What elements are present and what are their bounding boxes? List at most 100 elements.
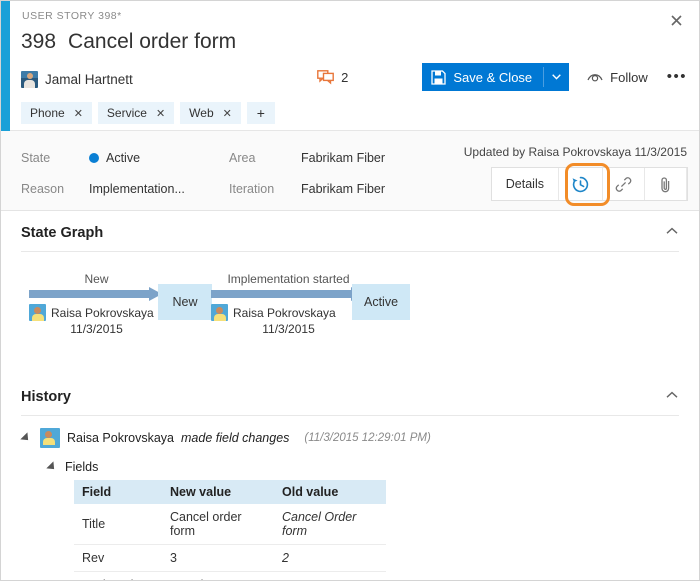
cell-old-value: Cancel Order form [274,504,386,545]
state-graph-header: State Graph [21,211,679,252]
save-options-button[interactable] [544,63,569,91]
discussion-button[interactable]: 2 [317,70,348,85]
work-item-title[interactable]: Cancel order form [68,30,236,54]
tab-links[interactable] [603,168,645,200]
state-graph-diagram: New Raisa Pokrovskaya 11/3/2015 New Impl… [21,262,699,367]
add-tag-button[interactable]: + [247,102,275,124]
tag-service[interactable]: Service ✕ [98,102,174,124]
tag-label: Service [107,106,147,120]
table-row: Title Cancel order form Cancel Order for… [74,504,386,545]
work-item-type-accent-bar [1,1,10,131]
follow-label: Follow [610,70,648,85]
chevron-down-icon [552,74,561,80]
state-node-label: Active [364,295,398,309]
save-and-close-group: Save & Close [422,63,569,91]
history-entry-timestamp: (11/3/2015 12:29:01 PM) [304,432,430,444]
expand-collapse-icon[interactable] [46,461,57,472]
state-value-text: Active [106,151,140,165]
table-row: Assigned To Jamal Hartnett [74,572,386,581]
state-field-value[interactable]: Active [89,151,140,165]
tags-list: Phone ✕ Service ✕ Web ✕ + [21,102,275,124]
more-actions-button[interactable]: ••• [667,72,687,82]
iteration-field-label: Iteration [229,182,274,196]
cell-old-value [274,572,386,581]
state-transition-2: Implementation started Raisa Pokrovskaya… [211,272,366,336]
transition-label: New [29,272,164,286]
work-item-dialog: USER STORY 398* 398 Cancel order form Ja… [0,0,700,581]
tag-remove-icon[interactable]: ✕ [156,107,165,120]
cell-new-value: Jamal Hartnett [162,572,274,581]
transition-person: Raisa Pokrovskaya [29,304,164,321]
reason-field-label: Reason [21,182,64,196]
tag-remove-icon[interactable]: ✕ [74,107,83,120]
history-entry-person: Raisa Pokrovskaya [67,431,174,445]
cell-new-value: Cancel order form [162,504,274,545]
chevron-up-icon [666,227,678,235]
reason-field-value[interactable]: Implementation... [89,182,185,196]
cell-new-value: 3 [162,545,274,572]
eye-icon [587,71,603,83]
paperclip-icon [658,176,673,193]
cell-field: Rev [74,545,162,572]
follow-button[interactable]: Follow [587,70,648,85]
area-field-value[interactable]: Fabrikam Fiber [301,151,385,165]
tag-phone[interactable]: Phone ✕ [21,102,92,124]
state-field-label: State [21,151,50,165]
assignee-name: Jamal Hartnett [45,72,133,87]
state-graph-title: State Graph [21,225,103,241]
state-transition-1: New Raisa Pokrovskaya 11/3/2015 [29,272,164,336]
work-item-id: 398 [21,30,56,54]
tab-history[interactable] [559,168,603,200]
tab-attachments[interactable] [645,168,687,200]
table-row: Rev 3 2 [74,545,386,572]
column-header-old-value: Old value [274,480,386,504]
history-body: Raisa Pokrovskaya made field changes (11… [21,428,699,581]
field-changes-table: Field New value Old value Title Cancel o… [74,480,386,581]
tag-web[interactable]: Web ✕ [180,102,241,124]
transition-arrow [29,288,164,300]
transition-date: 11/3/2015 [211,322,366,336]
updated-by-text: Updated by Raisa Pokrovskaya 11/3/2015 [464,145,687,159]
cell-field: Assigned To [74,572,162,581]
cell-field: Title [74,504,162,545]
cell-old-value: 2 [274,545,386,572]
state-graph-collapse-button[interactable] [666,227,678,238]
history-fields-group[interactable]: Fields [47,460,699,474]
history-collapse-button[interactable] [666,391,678,402]
avatar [21,71,38,88]
transition-person-name: Raisa Pokrovskaya [233,306,336,320]
column-header-field: Field [74,480,162,504]
tab-details[interactable]: Details [492,168,559,200]
close-button[interactable] [663,7,689,33]
history-fields-group-label: Fields [65,460,98,474]
avatar [211,304,228,321]
table-header-row: Field New value Old value [74,480,386,504]
tag-remove-icon[interactable]: ✕ [223,107,232,120]
state-node-active: Active [352,284,410,320]
link-icon [615,176,632,193]
comment-bubbles-icon [317,70,334,85]
avatar [29,304,46,321]
discussion-count: 2 [341,70,348,85]
transition-person-name: Raisa Pokrovskaya [51,306,154,320]
tag-label: Web [189,106,213,120]
save-and-close-button[interactable]: Save & Close [422,63,543,91]
history-entry[interactable]: Raisa Pokrovskaya made field changes (11… [21,428,699,448]
transition-arrow [211,288,366,300]
chevron-up-icon [666,391,678,399]
close-icon [671,15,682,26]
tag-label: Phone [30,106,65,120]
work-item-toolbar: 2 Save & Close [317,63,687,91]
assignee[interactable]: Jamal Hartnett [21,71,133,88]
iteration-field-value[interactable]: Fabrikam Fiber [301,182,385,196]
transition-date: 11/3/2015 [29,322,164,336]
area-field-label: Area [229,151,255,165]
expand-collapse-icon[interactable] [20,432,31,443]
fields-summary-strip: State Active Reason Implementation... Ar… [1,131,699,211]
history-entry-action: made field changes [181,431,289,445]
avatar [40,428,60,448]
transition-meta: Raisa Pokrovskaya 11/3/2015 [29,304,164,336]
detail-tabs: Details [491,167,688,201]
work-item-header: USER STORY 398* 398 Cancel order form Ja… [1,1,699,131]
save-disk-icon [431,70,446,85]
